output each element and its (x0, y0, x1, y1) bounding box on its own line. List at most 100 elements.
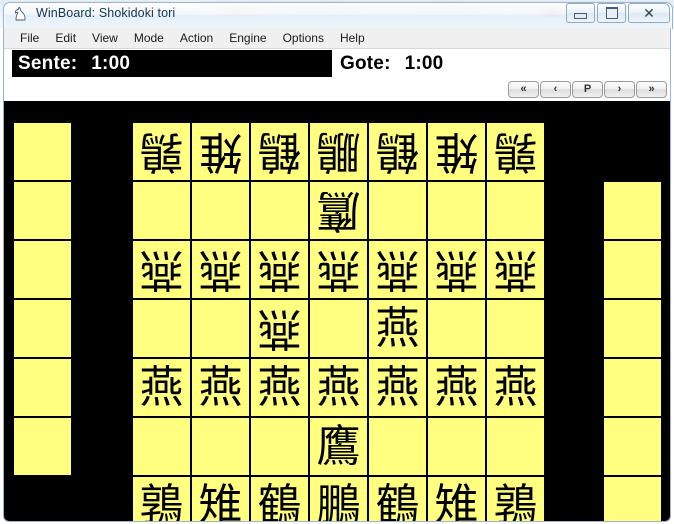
nav-last-button[interactable]: » (636, 81, 667, 98)
board-square-r6c0[interactable]: 鶉 (132, 476, 191, 521)
gote-holding-slot-2[interactable] (13, 240, 72, 299)
piece-glyph: 燕 (493, 361, 538, 413)
maximize-button[interactable] (597, 3, 626, 23)
winboard-window: WinBoard: Shokidoki tori ✕ File Edit Vie… (0, 0, 674, 524)
nav-previous-button[interactable]: ‹ (540, 81, 571, 98)
board-square-r4c2[interactable]: 燕 (250, 358, 309, 417)
board-square-r1c5[interactable] (427, 181, 486, 240)
board-square-r4c4[interactable]: 燕 (368, 358, 427, 417)
board-square-r4c3[interactable]: 燕 (309, 358, 368, 417)
board-square-r2c4[interactable]: 燕 (368, 240, 427, 299)
board-square-r3c2[interactable]: 燕 (250, 299, 309, 358)
board-square-r0c0[interactable]: 鶉 (132, 122, 191, 181)
board-square-r5c0[interactable] (132, 417, 191, 476)
board-square-r3c5[interactable] (427, 299, 486, 358)
close-button[interactable]: ✕ (628, 3, 670, 23)
board-square-r4c1[interactable]: 燕 (191, 358, 250, 417)
empty-square (487, 182, 544, 239)
board-square-r5c2[interactable] (250, 417, 309, 476)
piece-glyph: 雉 (198, 126, 243, 178)
empty-square (14, 300, 71, 357)
gote-holding-slot-1[interactable] (13, 181, 72, 240)
menu-item-engine[interactable]: Engine (221, 29, 274, 47)
empty-square (310, 300, 367, 357)
board-square-r2c5[interactable]: 燕 (427, 240, 486, 299)
piece-glyph: 鶴 (375, 126, 420, 178)
board-square-r0c3[interactable]: 鵬 (309, 122, 368, 181)
menu-item-action[interactable]: Action (172, 29, 221, 47)
board-square-r3c0[interactable] (132, 299, 191, 358)
sente-clock[interactable]: Sente: 1:00 (12, 50, 332, 77)
menu-item-mode[interactable]: Mode (126, 29, 172, 47)
board-square-r3c4[interactable]: 燕 (368, 299, 427, 358)
gote-holding-slot-0[interactable] (13, 122, 72, 181)
sente-holding-slot-3[interactable] (603, 358, 662, 417)
empty-square (487, 418, 544, 475)
piece-glyph: 燕 (316, 244, 361, 296)
board-square-r5c6[interactable] (486, 417, 545, 476)
board-square-r2c6[interactable]: 燕 (486, 240, 545, 299)
gote-clock[interactable]: Gote: 1:00 (334, 50, 654, 77)
shogi-board-area[interactable]: 鶉雉鶴鵬鶴雉鶉鷹燕燕燕燕燕燕燕燕燕燕燕燕燕燕燕燕鷹鶉雉鶴鵬鶴雉鶉 (4, 101, 670, 521)
board-square-r1c1[interactable] (191, 181, 250, 240)
board-square-r1c4[interactable] (368, 181, 427, 240)
gote-holding-slot-5[interactable] (13, 417, 72, 476)
board-square-r6c1[interactable]: 雉 (191, 476, 250, 521)
menu-item-file[interactable]: File (12, 29, 47, 47)
gote-holding-slot-3[interactable] (13, 299, 72, 358)
board-square-r2c1[interactable]: 燕 (191, 240, 250, 299)
board-square-r0c2[interactable]: 鶴 (250, 122, 309, 181)
empty-square (369, 418, 426, 475)
board-square-r6c3[interactable]: 鵬 (309, 476, 368, 521)
board-square-r1c0[interactable] (132, 181, 191, 240)
board-square-r3c6[interactable] (486, 299, 545, 358)
minimize-icon (567, 4, 594, 22)
gote-holding-slot-4[interactable] (13, 358, 72, 417)
sente-holding-slot-2[interactable] (603, 299, 662, 358)
empty-square (251, 418, 308, 475)
empty-square (604, 300, 661, 357)
nav-pause-button[interactable]: P (572, 81, 603, 98)
sente-holding-slot-1[interactable] (603, 240, 662, 299)
board-square-r5c4[interactable] (368, 417, 427, 476)
board-square-r2c3[interactable]: 燕 (309, 240, 368, 299)
board-square-r1c6[interactable] (486, 181, 545, 240)
sente-holding-slot-0[interactable] (603, 181, 662, 240)
minimize-button[interactable] (566, 3, 595, 23)
board-square-r6c6[interactable]: 鶉 (486, 476, 545, 521)
board-square-r5c1[interactable] (191, 417, 250, 476)
board-square-r2c2[interactable]: 燕 (250, 240, 309, 299)
empty-square (192, 418, 249, 475)
nav-next-button[interactable]: › (604, 81, 635, 98)
nav-first-button[interactable]: « (508, 81, 539, 98)
menu-item-options[interactable]: Options (275, 29, 332, 47)
board-square-r0c6[interactable]: 鶉 (486, 122, 545, 181)
menu-bar: File Edit View Mode Action Engine Option… (4, 28, 670, 49)
board-square-r4c6[interactable]: 燕 (486, 358, 545, 417)
board-square-r5c3[interactable]: 鷹 (309, 417, 368, 476)
board-square-r4c5[interactable]: 燕 (427, 358, 486, 417)
board-square-r3c1[interactable] (191, 299, 250, 358)
board-square-r2c0[interactable]: 燕 (132, 240, 191, 299)
board-square-r4c0[interactable]: 燕 (132, 358, 191, 417)
piece-glyph: 燕 (375, 244, 420, 296)
board-square-r0c4[interactable]: 鶴 (368, 122, 427, 181)
menu-item-edit[interactable]: Edit (47, 29, 84, 47)
board-square-r5c5[interactable] (427, 417, 486, 476)
board-square-r0c5[interactable]: 雉 (427, 122, 486, 181)
board-square-r0c1[interactable]: 雉 (191, 122, 250, 181)
menu-item-view[interactable]: View (84, 29, 126, 47)
empty-square (604, 241, 661, 298)
sente-holding-slot-4[interactable] (603, 417, 662, 476)
board-square-r3c3[interactable] (309, 299, 368, 358)
menu-item-help[interactable]: Help (332, 29, 373, 47)
board-square-r1c2[interactable] (250, 181, 309, 240)
sente-holding-slot-5[interactable] (603, 476, 662, 521)
board-square-r6c2[interactable]: 鶴 (250, 476, 309, 521)
title-bar[interactable]: WinBoard: Shokidoki tori ✕ (0, 0, 674, 29)
board-square-r6c4[interactable]: 鶴 (368, 476, 427, 521)
empty-square (428, 300, 485, 357)
board-square-r6c5[interactable]: 雉 (427, 476, 486, 521)
piece-glyph: 鷹 (316, 185, 361, 237)
board-square-r1c3[interactable]: 鷹 (309, 181, 368, 240)
